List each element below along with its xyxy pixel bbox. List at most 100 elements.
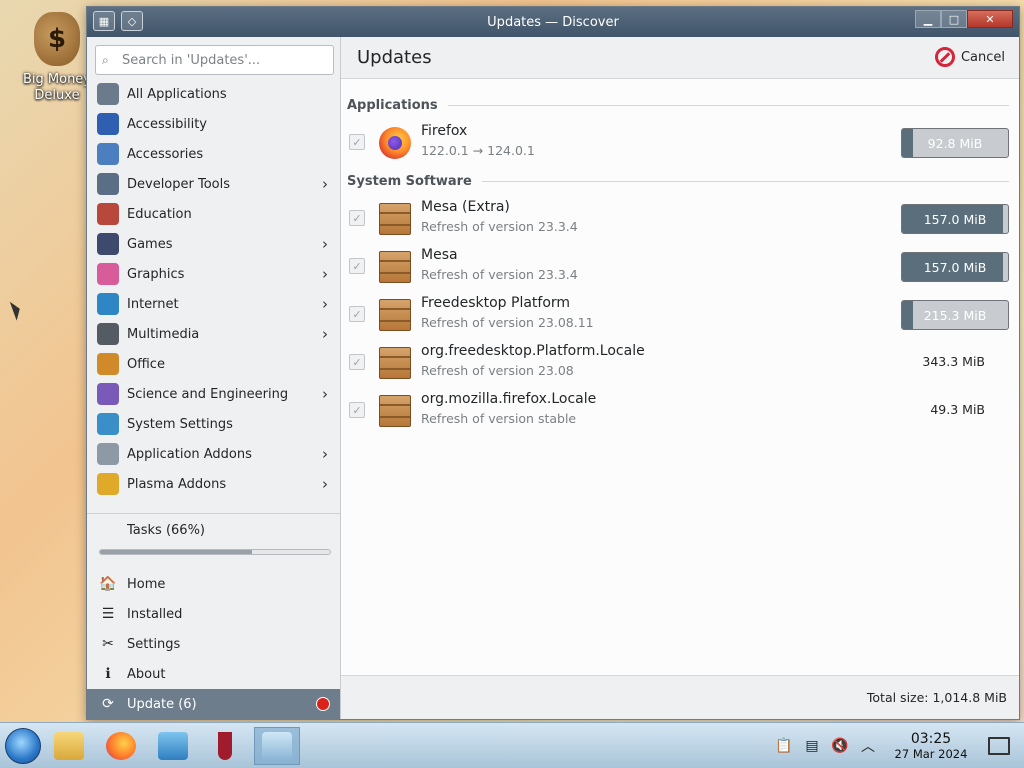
- sidebar-item-system-settings[interactable]: System Settings: [87, 409, 340, 439]
- sidebar-item-label: Science and Engineering: [127, 386, 289, 402]
- window-menu-icon[interactable]: ▦: [93, 11, 115, 31]
- update-size: 157.0 MiB: [923, 260, 987, 275]
- science-icon: [97, 383, 119, 405]
- taskbar-firefox[interactable]: [98, 727, 144, 765]
- nav-installed[interactable]: ☰ Installed: [87, 599, 340, 629]
- tasks-progress[interactable]: Tasks (66%): [87, 523, 340, 571]
- update-row[interactable]: ✓ Mesa Refresh of version 23.3.4 157.0 MiB: [347, 245, 1009, 289]
- package-icon: [379, 299, 411, 331]
- nav-about[interactable]: ℹ About: [87, 659, 340, 689]
- nav-update[interactable]: ⟳ Update (6): [87, 689, 340, 719]
- clock[interactable]: 03:25 27 Mar 2024: [888, 731, 974, 761]
- section-title: Applications: [347, 97, 438, 113]
- minimize-button[interactable]: ▁: [915, 10, 941, 28]
- firefox-icon: [106, 732, 136, 760]
- download-progress: 92.8 MiB: [901, 128, 1009, 158]
- sidebar-item-label: Accessories: [127, 146, 204, 162]
- sidebar-item-developer-tools[interactable]: Developer Tools ›: [87, 169, 340, 199]
- update-row[interactable]: ✓ org.freedesktop.Platform.Locale Refresh …: [347, 341, 1009, 385]
- sidebar-item-application-addons[interactable]: Application Addons ›: [87, 439, 340, 469]
- search-box[interactable]: ⌕: [95, 45, 334, 75]
- show-desktop-icon[interactable]: [988, 737, 1010, 755]
- sidebar-item-games[interactable]: Games ›: [87, 229, 340, 259]
- volume-muted-icon[interactable]: 🔇: [826, 732, 854, 760]
- taskbar: 📋 ▤ 🔇 ︿ 03:25 27 Mar 2024: [0, 722, 1024, 768]
- update-size: 343.3 MiB: [922, 354, 985, 369]
- accessories-icon: [97, 143, 119, 165]
- sidebar-item-plasma-addons[interactable]: Plasma Addons ›: [87, 469, 340, 499]
- update-checkbox[interactable]: ✓: [349, 306, 365, 322]
- update-row[interactable]: ✓ Mesa (Extra) Refresh of version 23.3.4 15…: [347, 197, 1009, 241]
- education-icon: [97, 203, 119, 225]
- developer-tools-icon: [97, 173, 119, 195]
- close-button[interactable]: ✕: [967, 10, 1013, 28]
- update-badge-icon: [316, 697, 330, 711]
- sidebar-item-science-and-engineering[interactable]: Science and Engineering ›: [87, 379, 340, 409]
- update-version: Refresh of version 23.08.11: [421, 315, 594, 330]
- desktop-icon-label: Big Money Deluxe: [22, 72, 91, 103]
- update-name: Firefox: [421, 123, 468, 139]
- section-header: System Software: [347, 171, 1009, 191]
- sidebar-item-accessories[interactable]: Accessories: [87, 139, 340, 169]
- chevron-up-icon[interactable]: ︿: [854, 732, 882, 760]
- taskbar-file-manager[interactable]: [46, 727, 92, 765]
- sidebar-item-internet[interactable]: Internet ›: [87, 289, 340, 319]
- sidebar-item-label: All Applications: [127, 86, 227, 102]
- taskbar-discover[interactable]: [254, 727, 300, 765]
- update-checkbox[interactable]: ✓: [349, 210, 365, 226]
- keep-above-icon[interactable]: ◇: [121, 11, 143, 31]
- page-title: Updates: [357, 47, 432, 68]
- taskbar-wine[interactable]: [202, 727, 248, 765]
- sidebar-item-label: Multimedia: [127, 326, 200, 342]
- update-checkbox[interactable]: ✓: [349, 354, 365, 370]
- start-button[interactable]: [0, 727, 46, 765]
- clipboard-icon[interactable]: 📋: [770, 732, 798, 760]
- tasks-label: Tasks (66%): [127, 523, 205, 538]
- maximize-button[interactable]: □: [941, 10, 967, 28]
- chevron-right-icon: ›: [322, 475, 328, 493]
- update-row[interactable]: ✓ org.mozilla.firefox.Locale Refresh of ve…: [347, 389, 1009, 433]
- sidebar-item-label: Developer Tools: [127, 176, 231, 192]
- package-icon: [379, 203, 411, 235]
- desktop-icon-big-money[interactable]: $ Big Money Deluxe: [20, 12, 94, 104]
- update-size: 92.8 MiB: [927, 136, 983, 151]
- sidebar-item-multimedia[interactable]: Multimedia ›: [87, 319, 340, 349]
- taskbar-system-settings[interactable]: [150, 727, 196, 765]
- sidebar-item-accessibility[interactable]: Accessibility: [87, 109, 340, 139]
- plasma-addons-icon: [97, 473, 119, 495]
- sidebar-item-label: Accessibility: [127, 116, 207, 132]
- mouse-cursor-icon: [9, 299, 24, 321]
- update-checkbox[interactable]: ✓: [349, 258, 365, 274]
- cancel-button[interactable]: Cancel: [934, 47, 1005, 67]
- package-icon: [379, 395, 411, 427]
- update-row[interactable]: ✓ Firefox 122.0.1 → 124.0.1 92.8 MiB: [347, 121, 1009, 165]
- update-size: 157.0 MiB: [923, 212, 987, 227]
- clock-time: 03:25: [910, 731, 952, 747]
- section-title: System Software: [347, 173, 472, 189]
- search-icon: ⌕: [102, 52, 109, 67]
- search-input[interactable]: [122, 52, 322, 68]
- tasks-progress-bar: [99, 549, 331, 555]
- notes-icon[interactable]: ▤: [798, 732, 826, 760]
- nav-home[interactable]: 🏠 Home: [87, 569, 340, 599]
- title-bar[interactable]: ▦ ◇ Updates — Discover ▁ □ ✕: [87, 7, 1019, 37]
- sidebar-item-office[interactable]: Office: [87, 349, 340, 379]
- nav-settings[interactable]: ✂ Settings: [87, 629, 340, 659]
- update-row[interactable]: ✓ Freedesktop Platform Refresh of version …: [347, 293, 1009, 337]
- update-name: Mesa: [421, 247, 458, 263]
- clock-date: 27 Mar 2024: [894, 747, 968, 761]
- firefox-icon: [379, 127, 411, 159]
- multimedia-icon: [97, 323, 119, 345]
- sidebar-item-graphics[interactable]: Graphics ›: [87, 259, 340, 289]
- sidebar-item-education[interactable]: Education: [87, 199, 340, 229]
- update-version: Refresh of version 23.08: [421, 363, 574, 378]
- home-icon: 🏠: [99, 576, 117, 592]
- download-progress: 157.0 MiB: [901, 252, 1009, 282]
- system-tray: 📋 ▤ 🔇 ︿ 03:25 27 Mar 2024: [770, 723, 1024, 768]
- sidebar-item-all-applications[interactable]: All Applications: [87, 79, 340, 109]
- graphics-icon: [97, 263, 119, 285]
- settings-icon: ✂: [102, 636, 114, 652]
- update-checkbox[interactable]: ✓: [349, 134, 365, 150]
- update-checkbox[interactable]: ✓: [349, 402, 365, 418]
- nav-label: Installed: [127, 606, 183, 622]
